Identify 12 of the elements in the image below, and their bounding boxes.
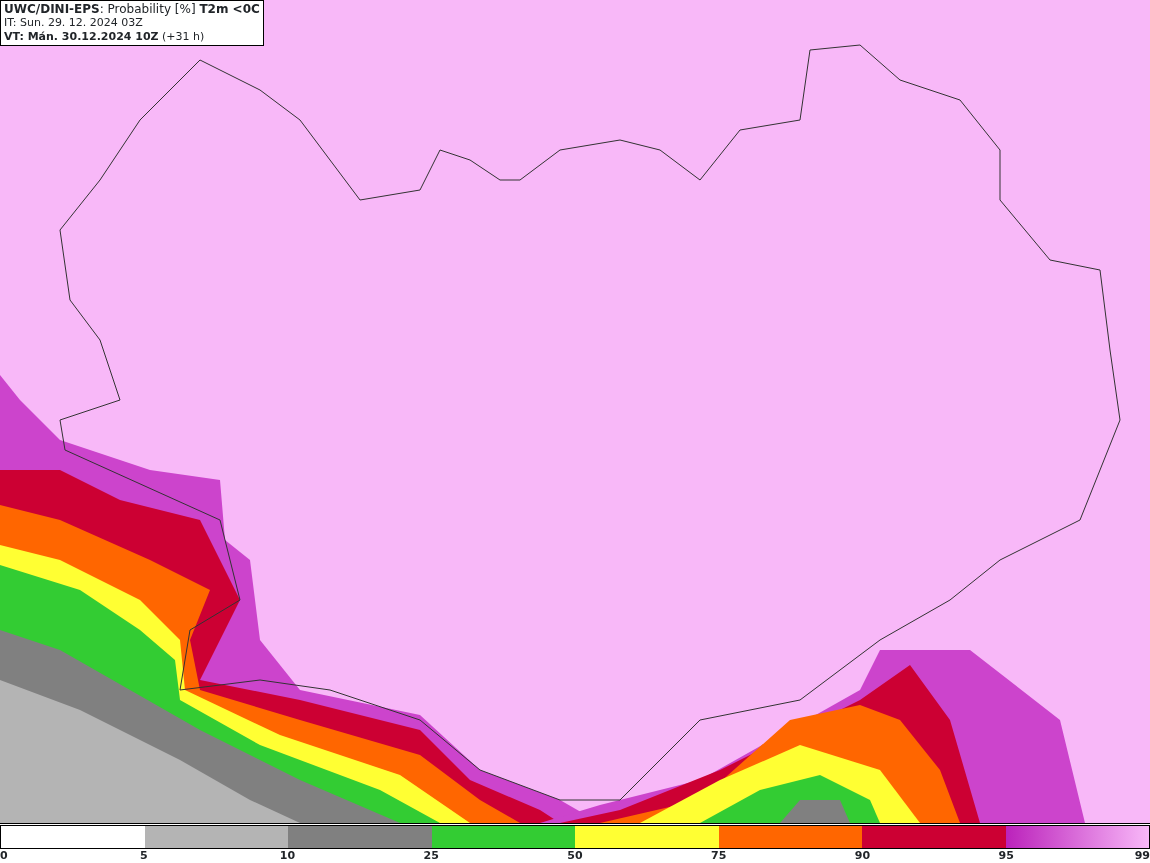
- scale-label: 25: [423, 849, 439, 863]
- scale-label: 50: [567, 849, 583, 863]
- valid-time: VT: Mán. 30.12.2024 10Z (+31 h): [4, 30, 206, 44]
- issue-time: IT: Sun. 29. 12. 2024 03Z: [4, 16, 144, 30]
- scale-label: 99: [1134, 849, 1150, 863]
- map-title: UWC/DINI-EPS: Probability [%] T2m <0C: [4, 2, 260, 16]
- scale-label: 5: [139, 849, 148, 863]
- scale-label: 90: [854, 849, 871, 863]
- scale-label: 10: [279, 849, 296, 863]
- scale-label: 95: [998, 849, 1014, 863]
- scale-label: 75: [711, 849, 727, 863]
- scale-label: 0: [0, 849, 8, 863]
